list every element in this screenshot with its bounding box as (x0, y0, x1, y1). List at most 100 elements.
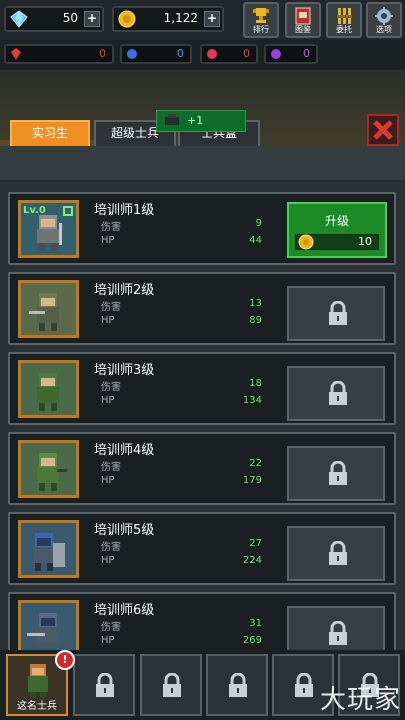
pink-gem-counter: 0 (200, 44, 258, 64)
lock-icon (329, 301, 347, 325)
alert-badge: ! (55, 650, 75, 670)
soldier-sprite-icon (37, 373, 59, 411)
hp-value: 89 (249, 315, 262, 326)
gem-counter: 50 + (4, 6, 104, 32)
damage-label: 伤害 (101, 622, 121, 633)
coin-counter: 1,122 + (112, 6, 224, 32)
purple-gem-icon (271, 49, 281, 59)
trainer-name: 培训师2级 (94, 283, 155, 298)
locked-upgrade-button[interactable] (287, 366, 385, 421)
add-gems-button[interactable]: + (84, 11, 100, 27)
add-coins-button[interactable]: + (204, 11, 220, 27)
damage-value: 31 (249, 618, 262, 629)
trainer-card: Lv.0 培训师1级 伤害 9 HP 44 升级 10 (8, 192, 396, 265)
hp-label: HP (101, 635, 115, 646)
trainer-card: 培训师4级 伤害 22 HP 179 (8, 432, 396, 505)
damage-label: 伤害 (101, 542, 121, 553)
coin-icon (118, 10, 136, 28)
trainer-panel: Lv.0 培训师1级 伤害 9 HP 44 升级 10 培训师2级 伤害 13 … (0, 146, 405, 650)
hp-label: HP (101, 395, 115, 406)
close-button[interactable] (367, 114, 399, 146)
ranking-button[interactable]: 排行 (243, 2, 279, 38)
active-soldier-label: 这名士兵 (17, 701, 57, 712)
trainer-portrait (18, 280, 79, 338)
reward-toast: +1 (156, 110, 246, 132)
options-button[interactable]: 选项 (366, 2, 402, 38)
gem-row: 0 0 0 0 (0, 40, 405, 70)
damage-label: 伤害 (101, 302, 121, 313)
hp-label: HP (101, 235, 115, 246)
damage-label: 伤害 (101, 462, 121, 473)
locked-soldier-slot[interactable] (206, 654, 268, 716)
blue-gem-icon (127, 49, 137, 59)
soldier-sprite-icon (37, 453, 67, 491)
damage-label: 伤害 (101, 382, 121, 393)
locked-upgrade-button[interactable] (287, 446, 385, 501)
hp-label: HP (101, 475, 115, 486)
coin-icon (298, 234, 314, 250)
trainer-card: 培训师6级 伤害 31 HP 269 (8, 592, 396, 650)
upgrade-button[interactable]: 升级 10 (287, 202, 387, 258)
reward-toast-text: +1 (187, 114, 204, 127)
currency-bar: 50 + 1,122 + 排行 图鉴 委托 选项 (0, 0, 405, 40)
purple-gem-value: 0 (303, 47, 310, 60)
trainer-name: 培训师1级 (94, 203, 155, 218)
red-gem-icon (11, 48, 21, 60)
hp-value: 44 (249, 235, 262, 246)
book-icon (295, 7, 311, 25)
damage-value: 13 (249, 298, 262, 309)
codex-label: 图鉴 (295, 25, 311, 34)
soldier-sprite-icon (33, 533, 65, 571)
diamond-icon (10, 10, 28, 28)
gem-value: 50 (62, 11, 78, 25)
red-gem-value: 0 (99, 47, 106, 60)
trainer-name: 培训师5级 (94, 523, 155, 538)
trainer-portrait (18, 440, 79, 498)
trainer-name: 培训师3级 (94, 363, 155, 378)
damage-value: 22 (249, 458, 262, 469)
locked-upgrade-button[interactable] (287, 526, 385, 581)
hp-value: 224 (242, 555, 262, 566)
lock-icon (163, 673, 181, 697)
soldier-token-icon (165, 114, 179, 125)
trainer-list[interactable]: Lv.0 培训师1级 伤害 9 HP 44 升级 10 培训师2级 伤害 13 … (0, 186, 405, 650)
damage-label: 伤害 (101, 222, 121, 233)
panel-header (0, 146, 405, 182)
watermark: 大玩家 (319, 685, 401, 715)
tab-intern[interactable]: 实习生 (10, 120, 90, 146)
locked-soldier-slot[interactable] (140, 654, 202, 716)
soldier-sprite-icon (27, 613, 59, 643)
locked-soldier-slot[interactable] (73, 654, 135, 716)
trophy-icon (253, 8, 269, 23)
hp-label: HP (101, 555, 115, 566)
soldier-sprite-icon (29, 293, 59, 331)
hp-value: 179 (242, 475, 262, 486)
locked-upgrade-button[interactable] (287, 606, 385, 650)
hp-value: 269 (242, 635, 262, 646)
commission-button[interactable]: 委托 (326, 2, 362, 38)
upgrade-cost-value: 10 (358, 235, 372, 248)
pink-gem-icon (207, 49, 217, 59)
damage-value: 9 (255, 218, 262, 229)
lock-icon (329, 381, 347, 405)
purple-gem-counter: 0 (264, 44, 318, 64)
blue-gem-counter: 0 (120, 44, 192, 64)
ranking-label: 排行 (253, 25, 269, 34)
upgrade-cost: 10 (295, 234, 379, 250)
coin-value: 1,122 (163, 11, 198, 25)
locked-upgrade-button[interactable] (287, 286, 385, 341)
lock-icon (329, 621, 347, 645)
blue-gem-value: 0 (177, 47, 184, 60)
close-icon (373, 120, 393, 140)
hp-label: HP (101, 315, 115, 326)
codex-button[interactable]: 图鉴 (285, 2, 321, 38)
lock-icon (295, 673, 313, 697)
trainer-card: 培训师3级 伤害 18 HP 134 (8, 352, 396, 425)
level-badge-icon (63, 206, 73, 216)
lock-icon (229, 673, 247, 697)
trainer-card: 培训师5级 伤害 27 HP 224 (8, 512, 396, 585)
trainer-portrait (18, 520, 79, 578)
lock-icon (96, 673, 114, 697)
pink-gem-value: 0 (243, 47, 250, 60)
trainer-name: 培训师6级 (94, 603, 155, 618)
